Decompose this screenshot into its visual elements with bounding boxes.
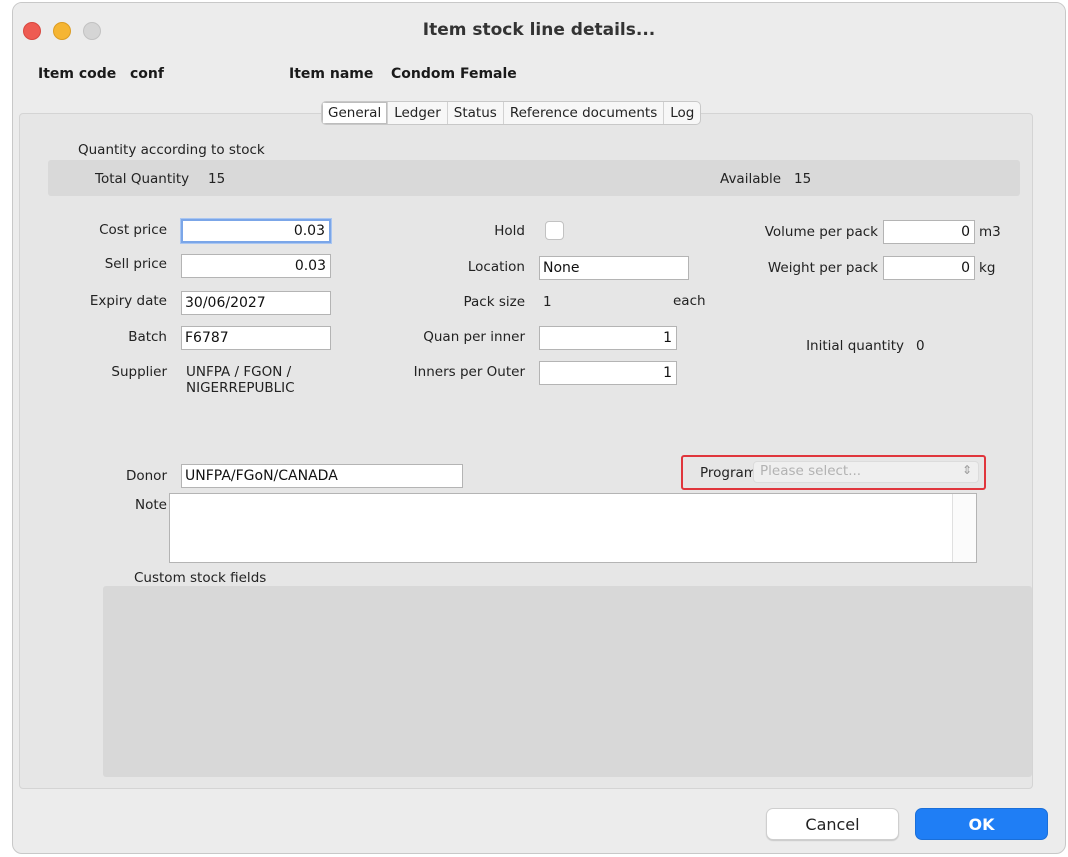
tab-bar: General Ledger Status Reference document… bbox=[321, 101, 702, 125]
supplier-value-line2: NIGERREPUBLIC bbox=[186, 380, 295, 396]
donor-label: Donor bbox=[125, 468, 167, 484]
quan-per-inner-label: Quan per inner bbox=[423, 329, 525, 345]
note-label: Note bbox=[135, 497, 167, 513]
quantity-bar bbox=[48, 160, 1020, 196]
window-title: Item stock line details... bbox=[422, 20, 656, 40]
custom-stock-fields-title: Custom stock fields bbox=[134, 570, 267, 586]
pack-size-value: 1 bbox=[543, 294, 552, 310]
ok-button[interactable]: OK bbox=[915, 808, 1048, 840]
location-field[interactable]: None bbox=[539, 256, 689, 280]
batch-field[interactable]: F6787 bbox=[181, 326, 331, 350]
expiry-date-label: Expiry date bbox=[89, 293, 167, 309]
pack-size-unit: each bbox=[673, 293, 706, 309]
tab-log[interactable]: Log bbox=[663, 102, 700, 124]
volume-per-pack-label: Volume per pack bbox=[764, 224, 878, 240]
batch-label: Batch bbox=[128, 329, 167, 345]
location-label: Location bbox=[467, 259, 525, 275]
sell-price-label: Sell price bbox=[104, 256, 167, 272]
initial-quantity-value: 0 bbox=[916, 338, 925, 354]
volume-unit: m3 bbox=[979, 224, 1001, 240]
volume-per-pack-field[interactable]: 0 bbox=[883, 220, 975, 244]
tab-general[interactable]: General bbox=[322, 102, 388, 124]
cost-price-label: Cost price bbox=[99, 222, 167, 238]
tab-ledger[interactable]: Ledger bbox=[387, 102, 447, 124]
initial-quantity-label: Initial quantity bbox=[806, 338, 904, 354]
program-label: Program bbox=[700, 465, 757, 481]
item-name-label: Item name bbox=[289, 66, 374, 82]
total-quantity-label: Total Quantity bbox=[95, 171, 190, 187]
pack-size-label: Pack size bbox=[463, 294, 525, 310]
weight-per-pack-label: Weight per pack bbox=[767, 260, 878, 276]
supplier-label: Supplier bbox=[111, 364, 167, 380]
supplier-value-line1: UNFPA / FGON / bbox=[186, 364, 292, 380]
hold-checkbox[interactable] bbox=[545, 221, 564, 240]
inners-per-outer-field[interactable]: 1 bbox=[539, 361, 677, 385]
weight-unit: kg bbox=[979, 260, 996, 276]
item-code-value: conf bbox=[130, 66, 164, 82]
tab-status[interactable]: Status bbox=[446, 102, 503, 124]
tab-reference-documents[interactable]: Reference documents bbox=[502, 102, 663, 124]
item-code-label: Item code bbox=[38, 66, 117, 82]
note-scrollbar[interactable] bbox=[952, 494, 976, 562]
supplier-value: UNFPA / FGON / NIGERREPUBLIC bbox=[186, 364, 295, 396]
expiry-date-field[interactable]: 30/06/2027 bbox=[181, 291, 331, 315]
quantity-section-title: Quantity according to stock bbox=[78, 142, 265, 158]
custom-stock-fields-area bbox=[103, 586, 1032, 777]
donor-field[interactable]: UNFPA/FGoN/CANADA bbox=[181, 464, 463, 488]
program-select[interactable]: Please select... ⇕ bbox=[753, 461, 979, 483]
chevron-up-down-icon: ⇕ bbox=[961, 463, 972, 477]
item-name-value: Condom Female bbox=[391, 66, 517, 82]
available-value: 15 bbox=[794, 171, 812, 187]
weight-per-pack-field[interactable]: 0 bbox=[883, 256, 975, 280]
available-label: Available bbox=[720, 171, 782, 187]
cost-price-field[interactable]: 0.03 bbox=[181, 219, 331, 243]
title-bar[interactable]: Item stock line details... bbox=[13, 3, 1065, 53]
total-quantity-value: 15 bbox=[208, 171, 226, 187]
cancel-button[interactable]: Cancel bbox=[766, 808, 899, 840]
quan-per-inner-field[interactable]: 1 bbox=[539, 326, 677, 350]
sell-price-field[interactable]: 0.03 bbox=[181, 254, 331, 278]
program-placeholder: Please select... bbox=[760, 463, 862, 479]
hold-label: Hold bbox=[494, 223, 525, 239]
note-textarea[interactable] bbox=[169, 493, 977, 563]
inners-per-outer-label: Inners per Outer bbox=[413, 364, 525, 380]
